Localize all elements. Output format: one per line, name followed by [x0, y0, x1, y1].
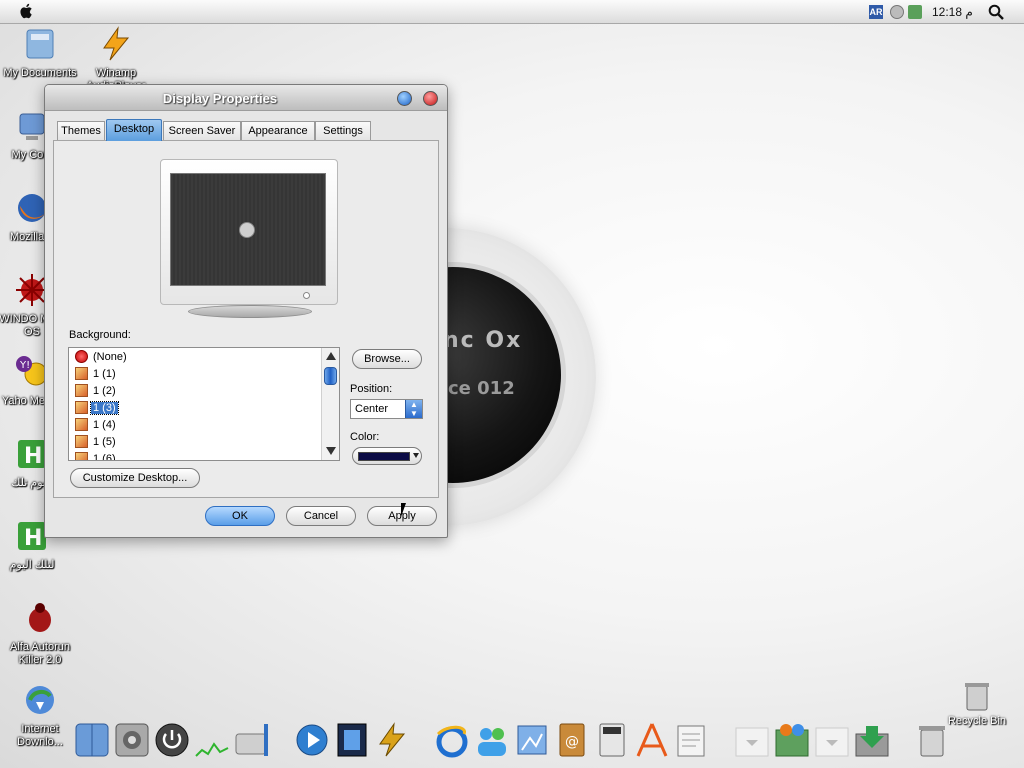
- finder-icon[interactable]: [74, 720, 110, 760]
- tab-screen-saver[interactable]: Screen Saver: [163, 121, 241, 141]
- scroll-thumb[interactable]: [324, 367, 337, 385]
- power-icon: [239, 222, 255, 238]
- wallpaper-logo-text: nc Ox: [443, 328, 523, 353]
- winamp-icon: [103, 26, 130, 61]
- winamp-dock-icon[interactable]: [374, 720, 410, 760]
- app-store-icon[interactable]: [634, 720, 670, 760]
- bug-icon: [29, 603, 51, 632]
- svg-text:H: H: [24, 444, 42, 469]
- desktop-icon-winamp[interactable]: Winamp AudioPlayer: [76, 26, 156, 93]
- tab-settings[interactable]: Settings: [315, 121, 371, 141]
- image-file-icon: [75, 384, 88, 397]
- list-item[interactable]: (None): [69, 348, 339, 365]
- image-file-icon: [75, 367, 88, 380]
- list-item[interactable]: 1 (2): [69, 382, 339, 399]
- desktop-icon-my-documents[interactable]: My Documents: [0, 26, 80, 80]
- folder-icon: [26, 29, 54, 59]
- downloads-icon[interactable]: [854, 720, 890, 760]
- trash-icon[interactable]: [914, 720, 950, 760]
- film-icon[interactable]: [334, 720, 370, 760]
- list-item[interactable]: 1 (4): [69, 416, 339, 433]
- internet-explorer-icon[interactable]: [434, 720, 470, 760]
- position-select[interactable]: Center ▲ ▼: [350, 399, 423, 419]
- svg-text:@: @: [565, 734, 579, 750]
- scroll-up-icon[interactable]: [326, 352, 336, 360]
- tab-appearance[interactable]: Appearance: [241, 121, 315, 141]
- clock[interactable]: 12:18 م: [932, 5, 973, 19]
- download-manager-icon: [26, 686, 54, 714]
- list-item[interactable]: 1 (6): [69, 450, 339, 460]
- ok-button[interactable]: OK: [205, 506, 275, 526]
- recycle-bin-icon: [965, 683, 989, 711]
- wallpaper-logo-subtext: ce 012: [448, 378, 515, 399]
- wallpaper-preview-screen: [170, 173, 326, 286]
- close-button[interactable]: [423, 91, 438, 106]
- drive-icon[interactable]: [234, 720, 270, 760]
- position-label: Position:: [350, 383, 393, 395]
- system-preferences-icon[interactable]: [114, 720, 150, 760]
- cancel-button[interactable]: Cancel: [286, 506, 356, 526]
- display-properties-window: Display Properties Themes Desktop Screen…: [44, 84, 448, 538]
- tab-themes[interactable]: Themes: [57, 121, 105, 141]
- textedit-icon[interactable]: [674, 720, 710, 760]
- applications-icon[interactable]: [774, 720, 810, 760]
- svg-text:H: H: [24, 526, 42, 551]
- none-icon: [75, 350, 88, 363]
- stack-icon[interactable]: [814, 720, 850, 760]
- list-scrollbar[interactable]: [321, 348, 339, 460]
- list-item[interactable]: 1 (1): [69, 365, 339, 382]
- search-icon[interactable]: [988, 4, 1004, 20]
- background-label: Background:: [69, 329, 131, 341]
- apple-menu-icon[interactable]: [18, 2, 36, 20]
- status-tray-icon[interactable]: [890, 5, 904, 19]
- list-item-selected[interactable]: 1 (3): [69, 399, 339, 416]
- image-file-icon: [75, 401, 88, 414]
- image-file-icon: [75, 435, 88, 448]
- list-item[interactable]: 1 (5): [69, 433, 339, 450]
- color-picker[interactable]: [352, 447, 422, 465]
- background-list[interactable]: (None) 1 (1) 1 (2) 1 (3) 1 (4) 1 (5) 1 (…: [68, 347, 340, 461]
- browse-button[interactable]: Browse...: [352, 349, 422, 369]
- customize-desktop-button[interactable]: Customize Desktop...: [70, 468, 200, 488]
- monitor-power-led: [303, 292, 310, 299]
- stack-icon[interactable]: [734, 720, 770, 760]
- monitor-stand: [188, 305, 312, 318]
- mouse-cursor: [401, 503, 406, 517]
- color-swatch: [358, 452, 410, 461]
- power-icon[interactable]: [154, 720, 190, 760]
- chevron-down-icon: [413, 453, 419, 458]
- color-label: Color:: [350, 431, 380, 443]
- messenger-icon[interactable]: [474, 720, 510, 760]
- calculator-icon[interactable]: [594, 720, 630, 760]
- desktop-icon-alfa-autorun-killer[interactable]: Alfa Autorun Killer 2.0: [0, 600, 80, 667]
- help-button[interactable]: [397, 91, 412, 106]
- preview-icon[interactable]: [514, 720, 550, 760]
- desktop-tab-panel: Background: (None) 1 (1) 1 (2) 1 (3) 1 (…: [53, 140, 439, 498]
- activity-monitor-icon[interactable]: [194, 720, 230, 760]
- network-tray-icon[interactable]: [908, 5, 922, 19]
- dock: @: [0, 714, 1024, 768]
- menu-bar: AR 12:18 م: [0, 0, 1024, 24]
- svg-text:Y!: Y!: [19, 360, 30, 371]
- scroll-down-icon[interactable]: [326, 447, 336, 455]
- position-value: Center: [355, 403, 389, 415]
- window-titlebar[interactable]: Display Properties: [45, 85, 447, 111]
- image-file-icon: [75, 452, 88, 460]
- tab-desktop[interactable]: Desktop: [106, 119, 162, 141]
- language-indicator[interactable]: AR: [869, 5, 883, 19]
- image-file-icon: [75, 418, 88, 431]
- updown-arrows-icon: ▲ ▼: [405, 400, 422, 418]
- quicktime-icon[interactable]: [294, 720, 330, 760]
- monitor-preview: [160, 159, 338, 305]
- window-title: Display Properties: [162, 91, 278, 106]
- address-book-icon[interactable]: @: [554, 720, 590, 760]
